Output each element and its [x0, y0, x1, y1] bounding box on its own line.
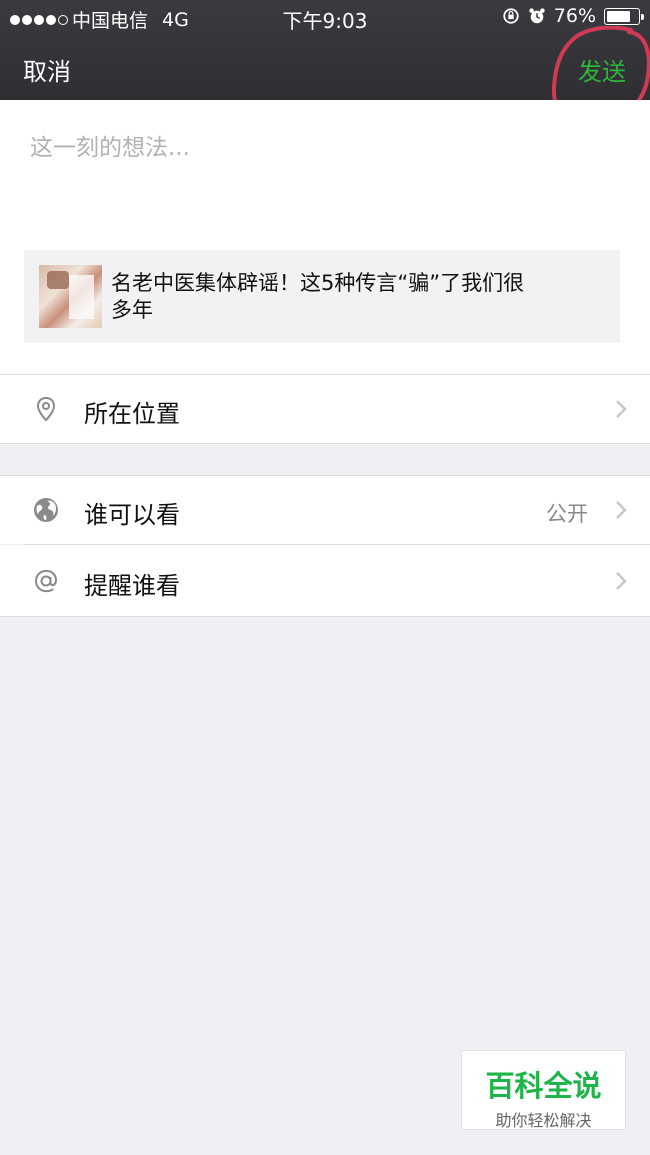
- remind-row[interactable]: 提醒谁看: [0, 545, 650, 616]
- status-bar: 中国电信 4G 下午9:03 76%: [0, 0, 650, 34]
- location-pin-icon: [36, 396, 56, 422]
- battery-icon: [604, 7, 644, 25]
- watermark-badge: 百科全说 助你轻松解决: [461, 1050, 626, 1130]
- at-icon: [34, 569, 57, 593]
- divider: [0, 443, 650, 444]
- thought-input[interactable]: 这一刻的想法...: [30, 128, 190, 162]
- article-thumbnail: [39, 265, 102, 328]
- chevron-right-icon: [616, 400, 627, 418]
- globe-icon: [34, 498, 58, 522]
- remind-label: 提醒谁看: [84, 572, 180, 600]
- battery-percent: 76%: [553, 5, 596, 27]
- alarm-icon: [529, 8, 545, 24]
- location-row[interactable]: 所在位置: [0, 375, 650, 443]
- visibility-label: 谁可以看: [84, 501, 180, 529]
- visibility-row[interactable]: 谁可以看 公开: [0, 476, 650, 544]
- watermark-subtitle: 助你轻松解决: [495, 1111, 592, 1130]
- location-label: 所在位置: [84, 400, 180, 428]
- top-bar: 中国电信 4G 下午9:03 76% 取消 发送: [0, 0, 650, 100]
- cancel-button[interactable]: 取消: [23, 52, 71, 87]
- article-title: 名老中医集体辟谣！这5种传言“骗”了我们很多年: [111, 271, 525, 322]
- watermark-title: 百科全说: [485, 1069, 602, 1103]
- visibility-value: 公开: [546, 502, 588, 526]
- lock-rotation-icon: [503, 8, 519, 24]
- send-button[interactable]: 发送: [578, 52, 626, 87]
- chevron-right-icon: [616, 501, 627, 519]
- shared-article-card[interactable]: 名老中医集体辟谣！这5种传言“骗”了我们很多年: [24, 250, 620, 343]
- chevron-right-icon: [616, 572, 627, 590]
- divider: [0, 616, 650, 617]
